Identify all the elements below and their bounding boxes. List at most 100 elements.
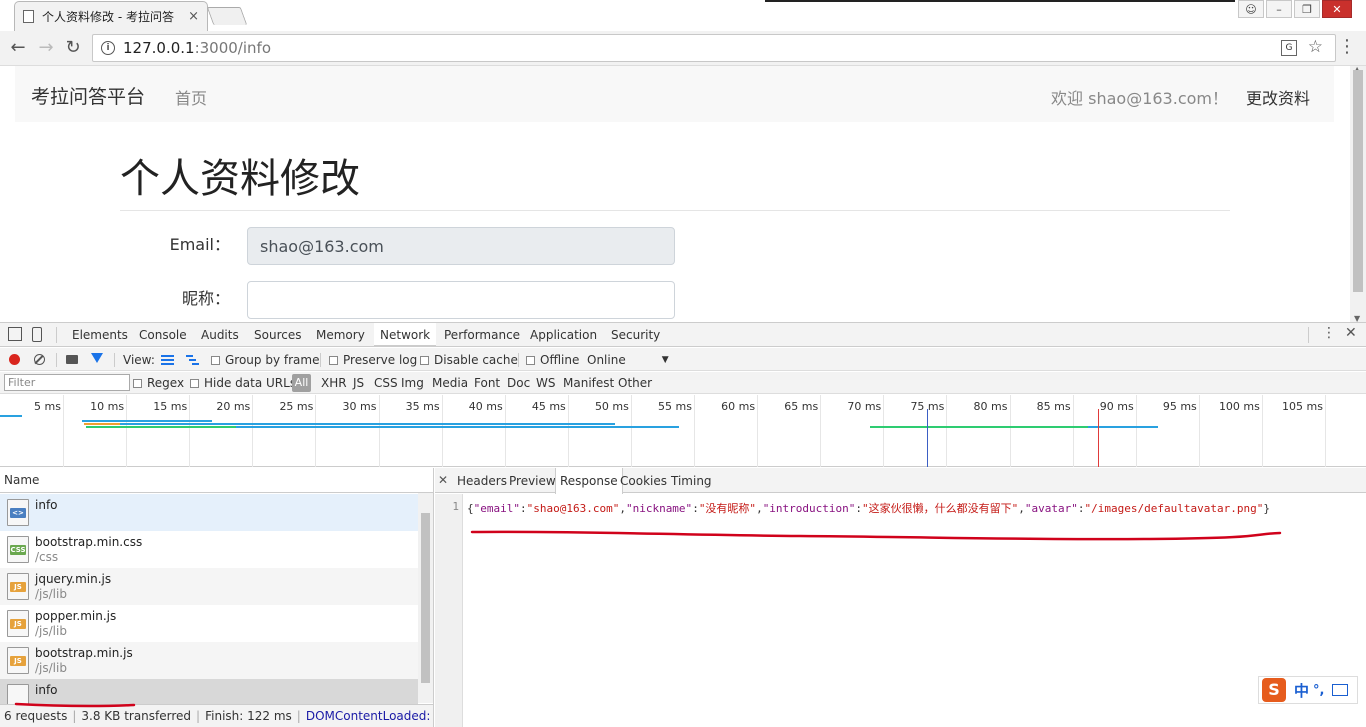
- page-scrollbar-thumb[interactable]: [1353, 70, 1363, 292]
- filter-media[interactable]: Media: [432, 376, 468, 390]
- new-tab-button[interactable]: [206, 7, 248, 25]
- group-by-frame-checkbox[interactable]: Group by frame: [211, 353, 319, 367]
- preserve-log-checkbox[interactable]: Preserve log: [329, 353, 417, 367]
- filter-all-button[interactable]: All: [292, 374, 311, 392]
- devtools-panel: Elements Console Audits Sources Memory N…: [0, 322, 1366, 727]
- filter-doc[interactable]: Doc: [507, 376, 530, 390]
- user-icon[interactable]: ☺: [1238, 0, 1264, 18]
- tab-network[interactable]: Network: [374, 323, 437, 347]
- request-name: info: [35, 683, 58, 697]
- tab-audits[interactable]: Audits: [195, 323, 245, 347]
- screenshot-camera-icon[interactable]: [66, 355, 78, 364]
- devtools-close-icon[interactable]: ✕: [1345, 325, 1357, 341]
- tab-close-icon[interactable]: ×: [188, 9, 199, 24]
- timeline-tick-label: 10 ms: [90, 400, 125, 413]
- tab-headers[interactable]: Headers: [453, 468, 511, 493]
- filter-input[interactable]: Filter: [4, 374, 130, 391]
- ime-punctuation[interactable]: °,: [1313, 683, 1324, 698]
- forward-icon[interactable]: →: [35, 37, 57, 58]
- tab-performance[interactable]: Performance: [438, 323, 526, 347]
- request-row[interactable]: <> info: [0, 494, 418, 531]
- tab-memory[interactable]: Memory: [310, 323, 371, 347]
- tab-elements[interactable]: Elements: [66, 323, 134, 347]
- browser-menu-icon[interactable]: ⋮: [1338, 38, 1356, 56]
- close-detail-icon[interactable]: ✕: [438, 473, 448, 487]
- annotation-underline-request: [14, 702, 136, 708]
- regex-checkbox[interactable]: Regex: [133, 376, 184, 390]
- filter-js[interactable]: JS: [353, 376, 364, 390]
- large-rows-icon[interactable]: [161, 355, 174, 365]
- edit-profile-link[interactable]: 更改资料: [1246, 85, 1310, 109]
- timeline-gridline: [504, 395, 506, 467]
- request-row[interactable]: CSS bootstrap.min.css/css: [0, 531, 418, 568]
- tab-response[interactable]: Response: [555, 468, 623, 494]
- filter-xhr[interactable]: XHR: [321, 376, 347, 390]
- filter-css[interactable]: CSS: [374, 376, 398, 390]
- filter-ws[interactable]: WS: [536, 376, 555, 390]
- waterfall-overview-icon[interactable]: [186, 355, 199, 365]
- request-row[interactable]: JS popper.min.js/js/lib: [0, 605, 418, 642]
- tab-cookies[interactable]: Cookies: [616, 468, 671, 493]
- clear-icon[interactable]: [34, 354, 45, 365]
- filter-img[interactable]: Img: [401, 376, 424, 390]
- tab-console[interactable]: Console: [133, 323, 193, 347]
- hide-data-urls-checkbox[interactable]: Hide data URLs: [190, 376, 296, 390]
- request-row[interactable]: JS bootstrap.min.js/js/lib: [0, 642, 418, 679]
- filter-other[interactable]: Other: [618, 376, 652, 390]
- devtools-menu-icon[interactable]: ⋮: [1322, 325, 1336, 341]
- browser-tab[interactable]: 个人资料修改 - 考拉问答 ×: [14, 1, 208, 31]
- ime-toolbar[interactable]: S 中 °,: [1258, 676, 1358, 704]
- column-header-name[interactable]: Name: [0, 468, 433, 493]
- timeline-tick-label: 15 ms: [153, 400, 188, 413]
- url-text[interactable]: 127.0.0.1:3000/info: [123, 39, 271, 57]
- email-label: Email：: [169, 235, 230, 254]
- device-toolbar-icon[interactable]: [32, 327, 42, 342]
- timeline-gridline: [1072, 395, 1074, 467]
- minimize-icon[interactable]: –: [1266, 0, 1292, 18]
- filter-funnel-icon[interactable]: [91, 353, 103, 363]
- close-window-icon[interactable]: ✕: [1322, 0, 1352, 18]
- request-path: /css: [35, 550, 59, 564]
- page-scrollbar[interactable]: ▲ ▼: [1350, 65, 1366, 323]
- request-name: info: [35, 498, 58, 512]
- tab-preview[interactable]: Preview: [505, 468, 560, 493]
- detail-tabbar: ✕ Headers Preview Response Cookies Timin…: [435, 468, 1366, 494]
- tab-application[interactable]: Application: [524, 323, 603, 347]
- nav-home-link[interactable]: 首页: [175, 85, 207, 109]
- filter-manifest[interactable]: Manifest: [563, 376, 614, 390]
- inspect-element-icon[interactable]: [8, 327, 22, 341]
- back-icon[interactable]: ←: [7, 37, 29, 58]
- network-overview-timeline[interactable]: 5 ms 10 ms 15 ms 20 ms 25 ms 30 ms 35 ms 40 ms 4…: [0, 395, 1366, 467]
- requests-scrollbar[interactable]: [418, 493, 433, 703]
- restore-icon[interactable]: ❐: [1294, 0, 1320, 18]
- nickname-field[interactable]: [247, 281, 675, 319]
- requests-scrollbar-thumb[interactable]: [421, 513, 430, 683]
- site-info-icon[interactable]: i: [101, 41, 115, 55]
- tab-security[interactable]: Security: [605, 323, 666, 347]
- timeline-gridline: [315, 395, 317, 467]
- bookmark-star-icon[interactable]: ☆: [1308, 37, 1323, 57]
- record-icon[interactable]: [9, 354, 20, 365]
- tab-sources[interactable]: Sources: [248, 323, 307, 347]
- address-bar[interactable]: i 127.0.0.1:3000/info G ☆: [92, 34, 1336, 62]
- ime-mode[interactable]: 中: [1294, 680, 1309, 701]
- waterfall-bar: [84, 423, 124, 425]
- response-body[interactable]: {"email":"shao@163.com","nickname":"没有昵称…: [467, 500, 1270, 516]
- email-field[interactable]: shao@163.com: [247, 227, 675, 265]
- filter-font[interactable]: Font: [474, 376, 500, 390]
- throttle-select[interactable]: Online ▼: [587, 353, 669, 367]
- request-row[interactable]: JS jquery.min.js/js/lib: [0, 568, 418, 605]
- site-brand[interactable]: 考拉问答平台: [31, 82, 145, 109]
- timeline-gridline: [567, 395, 569, 467]
- offline-checkbox[interactable]: Offline: [526, 353, 579, 367]
- reload-icon[interactable]: ↻: [62, 37, 84, 58]
- timeline-tick-label: 55 ms: [658, 400, 692, 413]
- disable-cache-checkbox[interactable]: Disable cache: [420, 353, 518, 367]
- translate-icon[interactable]: G: [1281, 40, 1297, 56]
- timeline-gridline: [1325, 395, 1326, 467]
- timeline-gridline: [378, 395, 380, 467]
- keyboard-icon[interactable]: [1332, 684, 1349, 696]
- ime-logo-icon[interactable]: S: [1262, 678, 1286, 702]
- tab-timing[interactable]: Timing: [667, 468, 716, 493]
- waterfall-bar: [120, 423, 615, 425]
